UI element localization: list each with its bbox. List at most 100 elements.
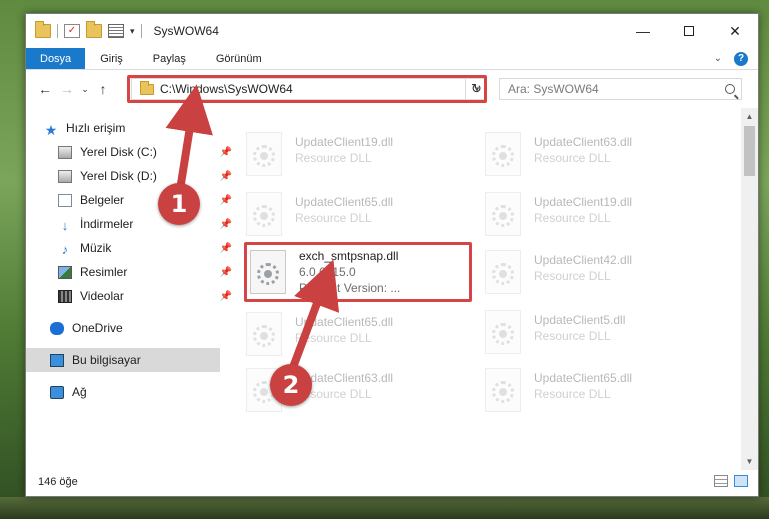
sidebar-item-quick-access[interactable]: ★ Hızlı erişim [44, 116, 126, 140]
folder-icon [35, 21, 51, 38]
tab-file[interactable]: Dosya [26, 48, 86, 69]
recent-locations-button[interactable]: ⌄ [78, 84, 92, 95]
sidebar-item-label: OneDrive [72, 321, 123, 335]
navigation-pane: ★ Hızlı erişim Yerel Disk (C:) 📌 Yerel D… [26, 114, 232, 469]
window-title: SysWOW64 [153, 24, 219, 38]
large-icons-view-icon[interactable] [734, 475, 748, 487]
desktop-background [0, 497, 769, 519]
documents-icon [58, 193, 72, 207]
sidebar-item-label: Müzik [80, 241, 112, 255]
file-description: Resource DLL [295, 331, 372, 345]
music-icon: ♪ [61, 241, 69, 257]
sidebar-item-label: Hızlı erişim [66, 121, 126, 135]
file-item[interactable]: UpdateClient5.dll Resource DLL [485, 306, 715, 356]
item-count: 146 öğe [38, 476, 78, 488]
status-bar: 146 öğe [26, 468, 758, 496]
file-name: UpdateClient19.dll [534, 195, 633, 209]
sidebar-item-label: Belgeler [80, 193, 125, 207]
file-highlight-box [244, 242, 472, 302]
maximize-icon [684, 26, 694, 36]
help-icon[interactable]: ? [734, 51, 748, 66]
file-item[interactable]: UpdateClient19.dll Resource DLL [485, 188, 715, 238]
onedrive-cloud-icon [50, 321, 64, 335]
videos-icon [58, 289, 72, 303]
forward-button[interactable]: → [56, 81, 78, 97]
minimize-button[interactable]: — [620, 14, 666, 48]
drive-icon [58, 145, 72, 159]
step-1-badge: 1 [158, 183, 200, 225]
back-button[interactable]: ← [34, 81, 56, 97]
star-icon: ★ [44, 121, 58, 138]
tab-view[interactable]: Görünüm [201, 48, 277, 69]
quick-access-toolbar: ✓ ▾ [26, 21, 142, 38]
file-item[interactable]: UpdateClient63.dll Resource DLL [485, 128, 715, 178]
navigation-bar: ← → ⌄ ↑ C:\Windows\SysWOW64 ▾ ↻ Ara: Sys… [26, 70, 758, 108]
dll-file-icon [485, 250, 521, 294]
file-name: UpdateClient63.dll [534, 135, 633, 149]
sidebar-item-pictures[interactable]: Resimler 📌 [58, 260, 232, 284]
up-button[interactable]: ↑ [92, 81, 114, 97]
file-description: Resource DLL [295, 151, 372, 165]
address-highlight-box [127, 75, 487, 103]
sidebar-item-videos[interactable]: Videolar 📌 [58, 284, 232, 308]
file-list: UpdateClient19.dll Resource DLL UpdateCli… [220, 108, 738, 470]
computer-icon [50, 353, 64, 367]
details-view-icon[interactable] [714, 475, 728, 487]
sidebar-item-local-disk-c[interactable]: Yerel Disk (C:) 📌 [58, 140, 232, 164]
sidebar-item-this-pc[interactable]: Bu bilgisayar [50, 348, 141, 372]
file-name: UpdateClient65.dll [534, 371, 633, 385]
sidebar-item-label: Resimler [80, 265, 128, 279]
network-icon [50, 385, 64, 399]
file-name: UpdateClient19.dll [295, 135, 394, 149]
file-item[interactable]: UpdateClient65.dll Resource DLL [485, 364, 715, 414]
file-item[interactable]: UpdateClient42.dll Resource DLL [485, 246, 715, 296]
properties-icon[interactable] [108, 24, 124, 38]
sidebar-item-label: Videolar [80, 289, 124, 303]
scroll-thumb[interactable] [744, 126, 755, 176]
tab-home[interactable]: Giriş [85, 48, 138, 69]
window-controls: — ✕ [620, 14, 758, 48]
file-item[interactable]: UpdateClient19.dll Resource DLL [246, 128, 476, 178]
new-folder-icon[interactable] [86, 21, 102, 38]
sidebar-item-music[interactable]: ♪ Müzik 📌 [58, 236, 232, 260]
file-description: Resource DLL [295, 211, 372, 225]
file-item[interactable]: UpdateClient65.dll Resource DLL [246, 308, 476, 358]
file-name: UpdateClient42.dll [534, 253, 633, 267]
file-name: UpdateClient65.dll [295, 315, 394, 329]
dll-file-icon [485, 310, 521, 354]
scroll-up-arrow-icon[interactable]: ▲ [741, 108, 758, 125]
search-placeholder[interactable]: Ara: SysWOW64 [508, 82, 599, 96]
toolbar-separator [57, 24, 58, 38]
dll-file-icon [246, 312, 282, 356]
toolbar-separator [140, 24, 142, 38]
expand-ribbon-chevron-icon[interactable]: ⌄ [714, 53, 722, 64]
dll-file-icon [485, 192, 521, 236]
file-name: UpdateClient5.dll [534, 313, 626, 327]
search-icon[interactable] [725, 84, 735, 94]
dll-file-icon [485, 368, 521, 412]
properties-check-icon[interactable]: ✓ [64, 24, 80, 38]
sidebar-item-onedrive[interactable]: OneDrive [50, 316, 123, 340]
ribbon-tabs: Dosya Giriş Paylaş Görünüm ⌄ ? [26, 48, 758, 70]
title-bar: ✓ ▾ SysWOW64 — ✕ [26, 14, 758, 48]
downloads-icon: ↓ [61, 217, 69, 233]
sidebar-item-label: Yerel Disk (D:) [80, 169, 157, 183]
dll-file-icon [246, 192, 282, 236]
step-2-badge: 2 [270, 364, 312, 406]
search-box[interactable]: Ara: SysWOW64 [499, 78, 742, 100]
dll-file-icon [485, 132, 521, 176]
file-description: Resource DLL [534, 387, 611, 401]
maximize-button[interactable] [666, 14, 712, 48]
vertical-scrollbar[interactable]: ▲ ▼ [741, 108, 758, 470]
file-description: Resource DLL [534, 269, 611, 283]
customize-toolbar-arrow-icon[interactable]: ▾ [130, 26, 135, 37]
sidebar-item-label: İndirmeler [80, 217, 134, 231]
file-item[interactable]: UpdateClient65.dll Resource DLL [246, 188, 476, 238]
tab-share[interactable]: Paylaş [138, 48, 201, 69]
sidebar-item-label: Ağ [72, 385, 87, 399]
close-button[interactable]: ✕ [712, 14, 758, 48]
view-buttons [714, 475, 748, 487]
file-name: UpdateClient65.dll [295, 195, 394, 209]
sidebar-item-network[interactable]: Ağ [50, 380, 87, 404]
sidebar-item-label: Bu bilgisayar [72, 353, 141, 367]
